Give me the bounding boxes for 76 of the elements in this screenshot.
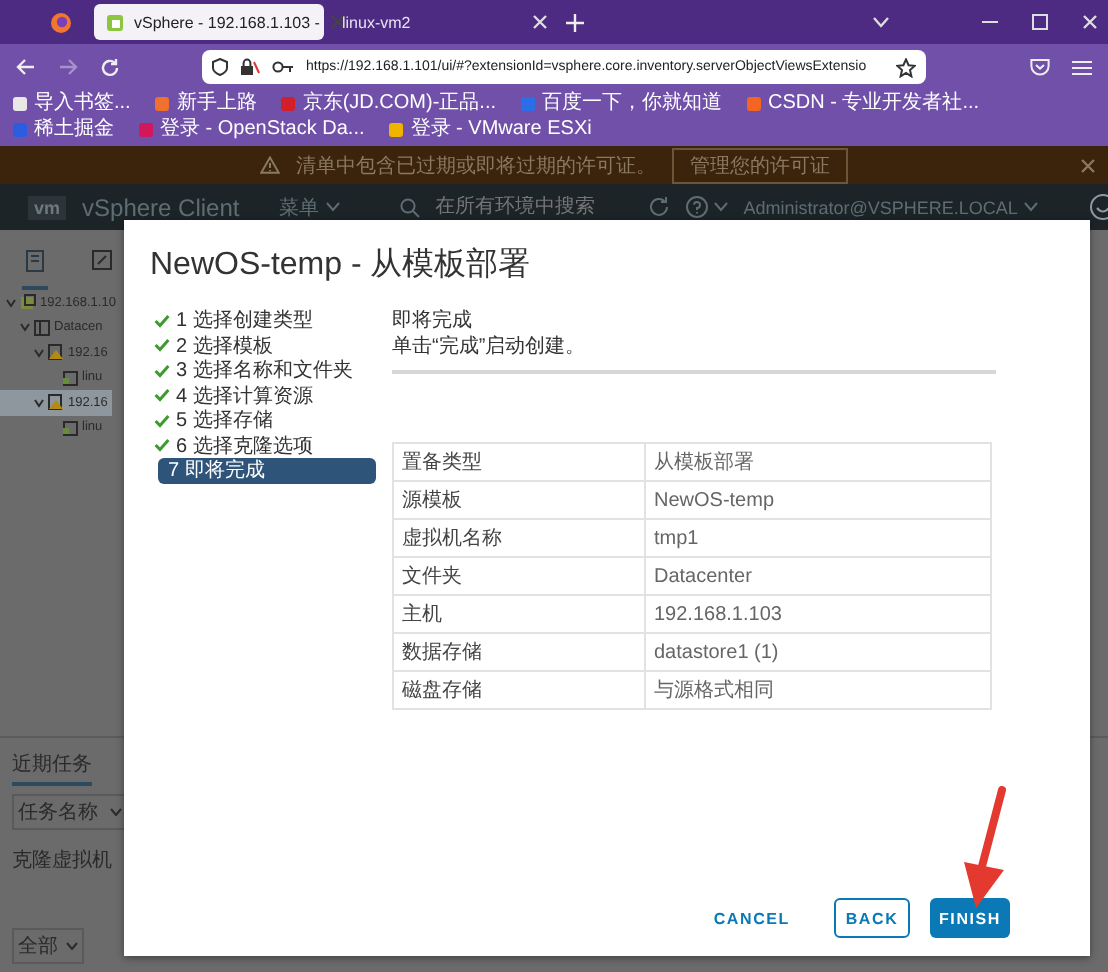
annotation-arrow — [964, 786, 1006, 908]
warning-icon — [260, 156, 280, 174]
pocket-icon[interactable] — [1030, 58, 1050, 76]
bookmark-link[interactable]: 登录 - OpenStack Da... — [138, 118, 365, 142]
property-label: 文件夹 — [393, 557, 645, 595]
bookmark-link[interactable]: 导入书签... — [12, 92, 131, 116]
chevron-icon[interactable] — [34, 397, 44, 408]
section-heading: 即将完成 — [392, 310, 474, 334]
property-label: 主机 — [393, 595, 645, 633]
property-label: 置备类型 — [393, 443, 645, 481]
property-label: 源模板 — [393, 481, 645, 519]
property-value: Datacenter — [645, 557, 991, 595]
browser-logo-icon — [50, 11, 72, 33]
back-button[interactable]: BACK — [834, 898, 910, 938]
license-warning: 清单中包含已过期或即将过期的许可证。 — [296, 153, 656, 179]
bookmark-icon — [280, 96, 297, 112]
app-title: vSphere Client — [82, 193, 240, 221]
property-value: NewOS-temp — [645, 481, 991, 519]
bookmark-link[interactable]: 登录 - VMware ESXi — [388, 118, 592, 142]
menu-icon[interactable] — [1072, 59, 1092, 75]
bookmark-icon — [388, 122, 405, 138]
wizard-step[interactable]: 7 即将完成 — [158, 458, 376, 483]
property-value: 192.168.1.103 — [645, 595, 991, 633]
key-icon — [272, 60, 294, 74]
dialog-title: NewOS-temp - 从模板部署 — [150, 246, 533, 286]
wizard-step[interactable]: 1 选择创建类型 — [150, 308, 376, 333]
refresh-icon[interactable] — [647, 196, 670, 218]
vm-icon — [62, 419, 78, 436]
back-icon[interactable] — [16, 58, 36, 76]
property-label: 虚拟机名称 — [393, 519, 645, 557]
wizard-step[interactable]: 2 选择模板 — [150, 333, 376, 358]
property-value: 与源格式相同 — [645, 671, 991, 709]
host-warning-icon — [48, 344, 64, 361]
wizard-step[interactable]: 3 选择名称和文件夹 — [150, 358, 376, 383]
property-label: 数据存储 — [393, 633, 645, 671]
bookmark-link[interactable]: 新手上路 — [154, 92, 257, 116]
bookmark-link[interactable]: 稀土掘金 — [12, 118, 114, 142]
property-value: 从模板部署 — [645, 443, 991, 481]
page-icon — [106, 13, 124, 31]
host-warning-icon — [48, 394, 64, 411]
datacenter-icon — [34, 319, 50, 336]
new-tab-icon[interactable] — [566, 13, 584, 31]
vcenter-icon — [20, 294, 36, 311]
finish-button[interactable]: FINISH — [930, 898, 1010, 938]
bookmark-star-icon[interactable] — [896, 57, 916, 77]
bookmark-icon — [520, 96, 536, 112]
bookmark-icon — [746, 96, 762, 112]
vm-logo: vm — [28, 195, 67, 219]
search-icon — [399, 197, 420, 217]
bookmark-link[interactable]: 京东(JD.COM)-正品... — [280, 92, 496, 116]
bookmark-link[interactable]: CSDN - 专业开发者社... — [746, 92, 980, 116]
property-label: 磁盘存储 — [393, 671, 645, 709]
feedback-icon[interactable] — [1089, 194, 1108, 220]
wizard-step[interactable]: 6 选择克隆选项 — [150, 433, 376, 458]
bookmark-link[interactable]: 百度一下，你就知道 — [520, 92, 722, 116]
close-icon[interactable] — [1080, 158, 1096, 174]
property-value: datastore1 (1) — [645, 633, 991, 671]
section-description: 单击“完成”启动创建。 — [392, 334, 996, 374]
shield-icon — [212, 58, 228, 76]
lock-icon — [240, 58, 260, 76]
maximize-icon[interactable] — [1032, 14, 1048, 30]
chevron-icon[interactable] — [20, 322, 30, 333]
close-window-icon[interactable] — [1082, 14, 1098, 30]
browser-tab[interactable]: linux-vm2 — [330, 4, 560, 40]
vm-icon — [62, 369, 78, 386]
chevron-icon[interactable] — [6, 297, 16, 308]
manage-licenses-button[interactable]: 管理您的许可证 — [672, 147, 848, 183]
property-value: tmp1 — [645, 519, 991, 557]
task-name: 克隆虚拟机 — [12, 847, 114, 874]
vms-icon[interactable] — [92, 250, 112, 270]
wizard-step[interactable]: 4 选择计算资源 — [150, 383, 376, 408]
chevron-icon[interactable] — [34, 347, 44, 358]
wizard-step[interactable]: 5 选择存储 — [150, 408, 376, 433]
help-icon[interactable] — [685, 196, 708, 218]
reload-icon[interactable] — [100, 57, 120, 77]
close-icon[interactable] — [329, 14, 346, 30]
